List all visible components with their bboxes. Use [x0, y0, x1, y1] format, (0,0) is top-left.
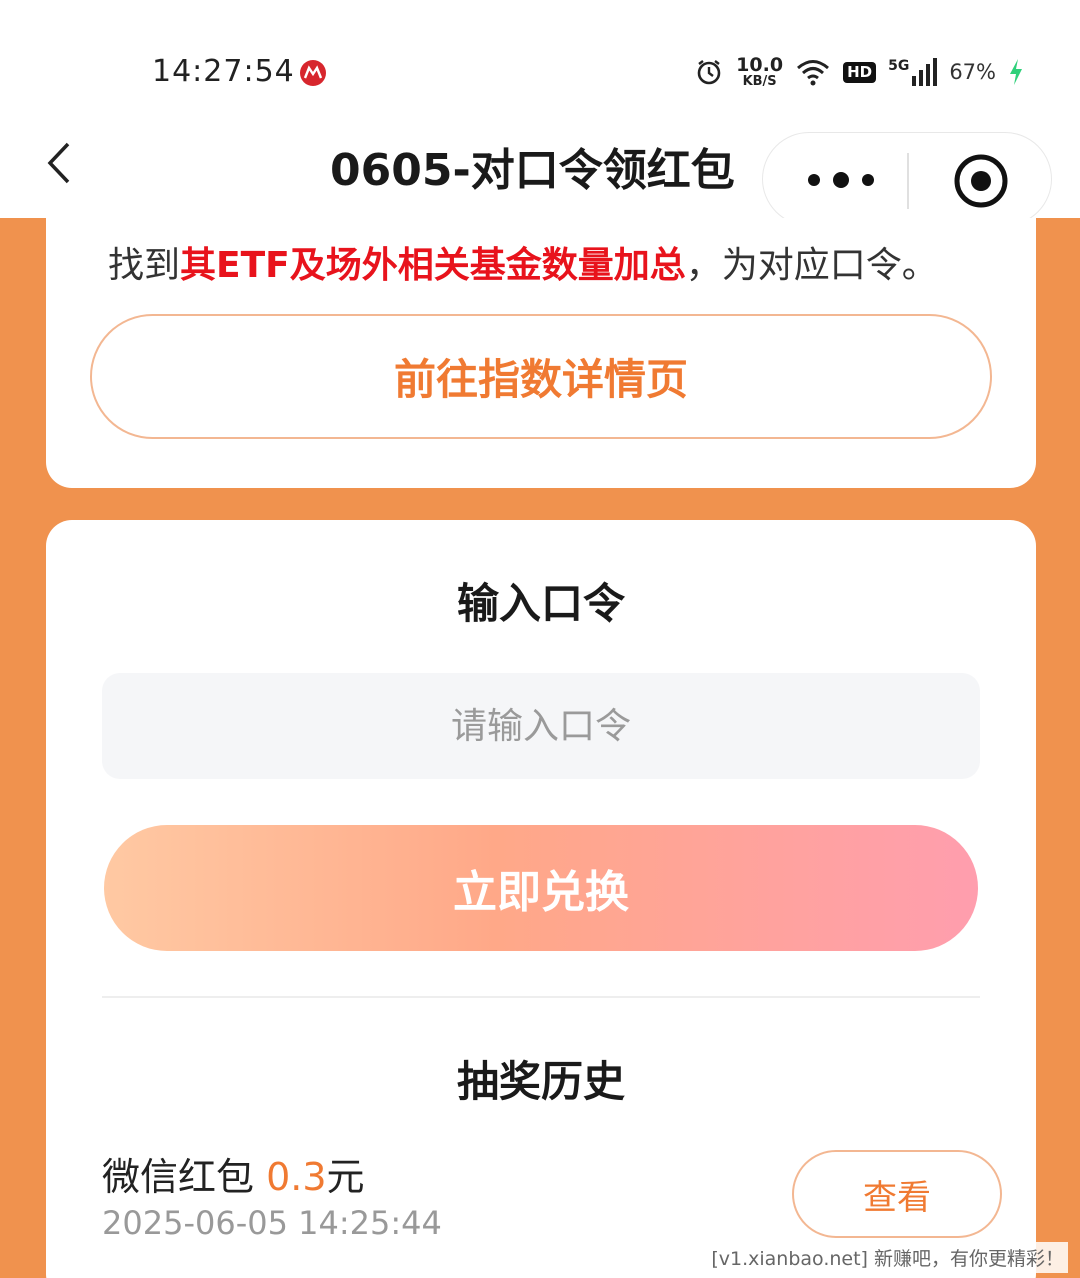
view-button[interactable]: 查看: [792, 1150, 1002, 1238]
index-detail-button[interactable]: 前往指数详情页: [90, 314, 992, 439]
instruction-card: 找到其ETF及场外相关基金数量加总，为对应口令。 前往指数详情页: [46, 218, 1036, 488]
redeem-title: 输入口令: [456, 579, 625, 628]
redeem-button[interactable]: 立即兑换: [104, 825, 978, 951]
mini-program-capsule: [762, 132, 1052, 226]
wifi-icon: [797, 60, 830, 86]
more-menu-button[interactable]: [791, 153, 891, 207]
status-bar: 14:27:54 10.0 KB/S HD 5G 67%: [0, 0, 1080, 120]
page-title: 0605-对口令领红包: [330, 145, 735, 196]
nav-bar: 0605-对口令领红包: [0, 120, 1080, 226]
prize-time: 2025-06-05 14:25:44: [102, 1204, 442, 1242]
network-label: 5G: [888, 58, 910, 74]
redeem-card: 输入口令 立即兑换 抽奖历史 微信红包 0.3元 2025-06-05 14:2…: [46, 520, 1036, 1278]
hd-badge: HD: [843, 61, 877, 83]
status-time: 14:27:54: [152, 54, 295, 89]
app-logo-icon: [300, 60, 326, 86]
battery-percent: 67%: [949, 60, 996, 84]
back-arrow-icon[interactable]: [36, 138, 86, 188]
hint-highlight: 其ETF及场外相关基金数量加总: [180, 245, 686, 286]
history-item: 微信红包 0.3元 2025-06-05 14:25:44 查看: [102, 1146, 1002, 1246]
more-dots-icon: [808, 172, 874, 188]
close-target-icon[interactable]: [953, 153, 1009, 209]
prize-line: 微信红包 0.3元: [102, 1155, 365, 1199]
prize-amount: 0.3: [266, 1155, 327, 1199]
history-title: 抽奖历史: [456, 1057, 625, 1106]
section-divider: [102, 996, 980, 998]
command-input[interactable]: [102, 673, 980, 779]
cellular-signal: 5G: [888, 58, 938, 86]
alarm-icon: [697, 60, 721, 85]
net-speed: 10.0 KB/S: [736, 54, 784, 89]
charging-icon: [1010, 59, 1022, 85]
hint-text: 找到其ETF及场外相关基金数量加总，为对应口令。: [108, 245, 938, 286]
signal-icon: [912, 58, 938, 86]
watermark: [v1.xianbao.net] 新赚吧，有你更精彩！: [707, 1242, 1068, 1273]
status-icons: 10.0 KB/S HD 5G 67%: [694, 52, 1024, 92]
capsule-divider: [907, 153, 909, 209]
